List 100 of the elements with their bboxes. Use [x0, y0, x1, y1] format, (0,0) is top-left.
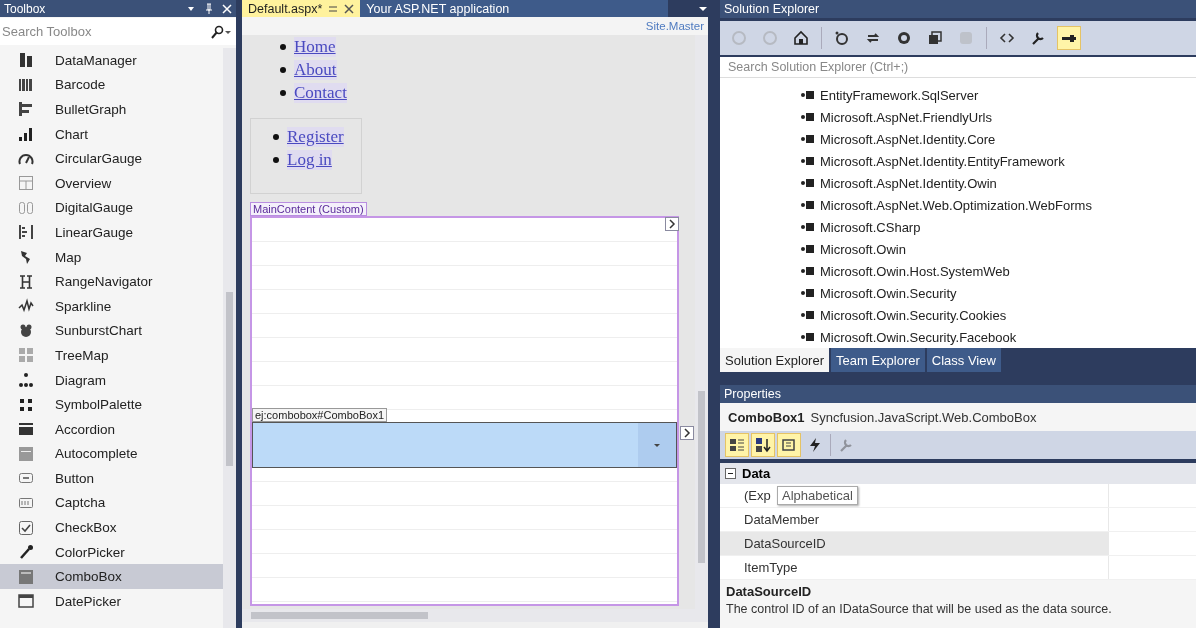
toolbox-item[interactable]: Barcode: [0, 72, 223, 98]
toolbox-item[interactable]: Chart: [0, 121, 223, 147]
reference-icon: [800, 178, 814, 188]
nav-link[interactable]: About: [294, 59, 337, 80]
reference-icon: [800, 90, 814, 100]
scrollbar[interactable]: [223, 48, 236, 628]
toolbox-item[interactable]: DatePicker: [0, 589, 223, 614]
bullet-icon: [273, 133, 279, 140]
toolbox-item[interactable]: DataManager: [0, 48, 223, 73]
toolbox-item[interactable]: Map: [0, 244, 223, 270]
search-input[interactable]: Search Solution Explorer (Ctrl+;): [726, 59, 1190, 75]
toolbox-item[interactable]: LinearGauge: [0, 220, 223, 245]
collapse-icon: [927, 30, 943, 46]
toolbar-button[interactable]: [1058, 27, 1080, 49]
tree-item[interactable]: Microsoft.AspNet.Identity.EntityFramework: [800, 150, 1196, 172]
smart-tag-button[interactable]: [680, 426, 694, 440]
toolbox-item[interactable]: DigitalGauge: [0, 195, 223, 221]
scrollbar[interactable]: [695, 35, 708, 609]
tree-item[interactable]: Microsoft.AspNet.FriendlyUrls: [800, 106, 1196, 128]
property-page-icon: [781, 437, 797, 453]
tree-item[interactable]: Microsoft.Owin.Host.SystemWeb: [800, 260, 1196, 282]
categorized-icon: [729, 437, 745, 453]
tree-item[interactable]: Microsoft.Owin: [800, 238, 1196, 260]
reference-icon: [800, 244, 814, 254]
panel-tab[interactable]: Class View: [926, 348, 1001, 372]
tree-item[interactable]: Microsoft.AspNet.Identity.Core: [800, 128, 1196, 150]
reference-icon: [800, 332, 814, 342]
category-row[interactable]: Data: [720, 463, 1196, 484]
reference-icon: [800, 156, 814, 166]
close-icon[interactable]: [344, 3, 355, 14]
control-label: ej:combobox#ComboBox1: [252, 408, 388, 422]
reference-icon: [800, 310, 814, 320]
toolbox-item[interactable]: CheckBox: [0, 515, 223, 540]
toolbox-item[interactable]: Overview: [0, 170, 223, 196]
tree-item[interactable]: Microsoft.AspNet.Identity.Owin: [800, 172, 1196, 194]
toolbox-item[interactable]: Diagram: [0, 367, 223, 393]
object-selector[interactable]: ComboBox1 Syncfusion.JavaScript.Web.ComboBox: [720, 403, 1196, 431]
property-name[interactable]: DataSourceID: [720, 532, 1109, 555]
toolbox-item[interactable]: Button: [0, 466, 223, 491]
reference-icon: [800, 266, 814, 276]
toolbox-item[interactable]: CircularGauge: [0, 146, 223, 171]
toolbox-item[interactable]: Accordion: [0, 416, 223, 442]
property-name[interactable]: ItemType: [720, 556, 1109, 579]
digits-icon: [18, 199, 34, 216]
nav-link[interactable]: Home: [294, 36, 336, 57]
toolbox-item[interactable]: Autocomplete: [0, 441, 223, 467]
reference-icon: [800, 112, 814, 122]
search-icon[interactable]: [210, 24, 224, 39]
tree-item[interactable]: Microsoft.Owin.Security.Facebook: [800, 326, 1196, 348]
placeholder-label: MainContent (Custom): [250, 202, 367, 216]
toolbox-item[interactable]: SymbolPalette: [0, 392, 223, 417]
panel-tab[interactable]: Team Explorer: [831, 348, 925, 372]
calendar-icon: [18, 593, 34, 610]
toolbar-button[interactable]: [726, 434, 748, 456]
smart-tag-button[interactable]: [665, 217, 679, 231]
tree-item[interactable]: Microsoft.CSharp: [800, 216, 1196, 238]
combo-icon: [18, 568, 34, 585]
nav-link[interactable]: Register: [287, 126, 344, 147]
reference-icon: [800, 200, 814, 210]
nav-link[interactable]: Log in: [287, 149, 332, 170]
collapse-icon[interactable]: [725, 468, 736, 479]
toolbar-button[interactable]: [752, 434, 774, 456]
bullet-icon: [280, 66, 286, 73]
accordion-icon: [18, 421, 34, 438]
nav-link[interactable]: Contact: [294, 82, 347, 103]
home-icon: [793, 30, 809, 46]
toolbox-item[interactable]: ColorPicker: [0, 539, 223, 565]
bullet-icon: [280, 43, 286, 50]
toolbox-item[interactable]: Sparkline: [0, 293, 223, 319]
search-field[interactable]: Search Toolbox: [0, 18, 236, 45]
toolbox-item[interactable]: ComboBox: [0, 564, 223, 590]
scrollbar[interactable]: [242, 609, 708, 622]
property-name[interactable]: DataMember: [720, 508, 1109, 531]
toolbox-item[interactable]: SunburstChart: [0, 318, 223, 344]
editor-tab[interactable]: Your ASP.NET application: [360, 0, 668, 17]
ring-icon: [834, 30, 850, 46]
panel-title: Solution Explorer: [720, 0, 1196, 18]
toolbox-item[interactable]: TreeMap: [0, 343, 223, 368]
editor-tab[interactable]: Default.aspx*: [242, 0, 361, 17]
description-title: DataSourceID: [726, 584, 813, 599]
tree-item[interactable]: Microsoft.Owin.Security.Cookies: [800, 304, 1196, 326]
bar-chart-icon: [18, 126, 34, 143]
tree-item[interactable]: Microsoft.AspNet.Web.Optimization.WebForms: [800, 194, 1196, 216]
alphabetical-icon: [755, 437, 771, 453]
lightning-icon: [807, 437, 823, 453]
circle-icon: [762, 30, 778, 46]
toolbox-item[interactable]: BulletGraph: [0, 97, 223, 122]
reference-icon: [800, 288, 814, 298]
tree-item[interactable]: Microsoft.Owin.Security: [800, 282, 1196, 304]
category-label: Data: [742, 466, 771, 481]
toolbox-item[interactable]: RangeNavigator: [0, 269, 223, 294]
bullet-icon: [273, 156, 279, 163]
bullet-icon: [280, 89, 286, 96]
search-field[interactable]: Search Solution Explorer (Ctrl+;): [720, 57, 1196, 78]
panel-tab[interactable]: Solution Explorer: [720, 348, 829, 372]
tree-item[interactable]: EntityFramework.SqlServer: [800, 84, 1196, 106]
panel-title: Toolbox: [4, 1, 47, 16]
caret-icon[interactable]: [653, 442, 661, 448]
toolbox-item[interactable]: Captcha: [0, 490, 223, 516]
object-type: Syncfusion.JavaScript.Web.ComboBox: [810, 409, 1037, 425]
